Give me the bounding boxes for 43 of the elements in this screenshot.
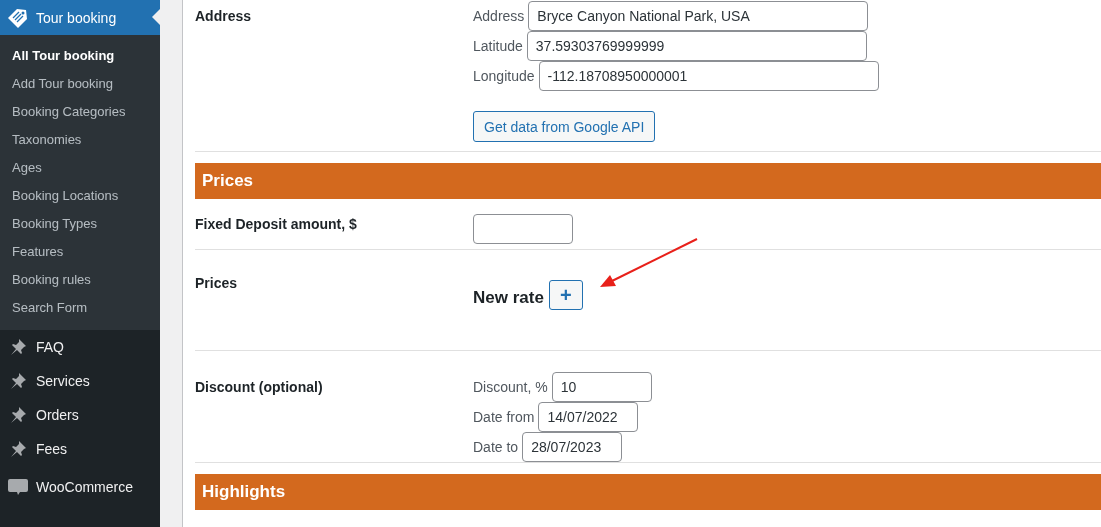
input-field[interactable]: 37.59303769999999 xyxy=(526,31,867,61)
submenu-item[interactable]: Search Form xyxy=(0,294,160,322)
menu-item[interactable]: FAQ xyxy=(0,330,160,364)
field-label: Fixed Deposit amount, $ xyxy=(195,216,358,232)
submenu-item[interactable]: Ages xyxy=(0,154,160,182)
menu-item[interactable]: Services xyxy=(0,364,160,398)
input-label: Latitude xyxy=(473,38,523,54)
submenu-item[interactable]: Booking Types xyxy=(0,210,160,238)
pin-icon xyxy=(8,371,28,391)
input-field[interactable]: 14/07/2022 xyxy=(538,402,639,432)
submenu-item[interactable]: Taxonomies xyxy=(0,126,160,154)
input-label: Date from xyxy=(473,409,535,425)
pin-icon xyxy=(8,439,28,459)
menu-item[interactable]: WooCommerce xyxy=(0,470,160,504)
submenu-item[interactable]: Add Tour booking xyxy=(0,70,160,98)
menu-item[interactable]: Tour booking xyxy=(0,0,160,35)
input-field[interactable]: 10 xyxy=(551,372,652,402)
field-label: Address xyxy=(195,8,253,26)
submenu-item[interactable]: All Tour booking xyxy=(0,42,160,70)
tag-icon xyxy=(8,7,28,28)
input-field[interactable]: 28/07/2023 xyxy=(522,432,623,462)
field-label: Prices xyxy=(195,275,239,293)
pin-icon xyxy=(8,337,28,357)
input-label: Discount, % xyxy=(473,379,548,395)
input-label: Address xyxy=(473,8,525,24)
submenu-item[interactable]: Features xyxy=(0,238,160,266)
new-rate-title: New rate xyxy=(473,287,544,309)
submenu-item[interactable]: Booking Locations xyxy=(0,182,160,210)
google-api-button[interactable]: Get data from Google API xyxy=(473,111,656,142)
input-field[interactable] xyxy=(473,214,573,244)
submenu-item[interactable]: Booking Categories xyxy=(0,98,160,126)
input-label: Date to xyxy=(473,439,519,455)
menu-item[interactable]: Fees xyxy=(0,432,160,466)
input-label: Longitude xyxy=(473,68,535,84)
section-header: Prices xyxy=(195,163,1101,199)
field-label: Discount (optional) xyxy=(195,379,324,397)
input-field[interactable]: Bryce Canyon National Park, USA xyxy=(528,1,869,31)
pin-icon xyxy=(8,405,28,425)
submenu-item[interactable]: Booking rules xyxy=(0,266,160,294)
menu-item[interactable]: Orders xyxy=(0,398,160,432)
add-rate-button[interactable]: + xyxy=(548,280,583,310)
section-header: Highlights xyxy=(195,474,1101,510)
input-field[interactable]: -112.18708950000001 xyxy=(538,61,879,91)
